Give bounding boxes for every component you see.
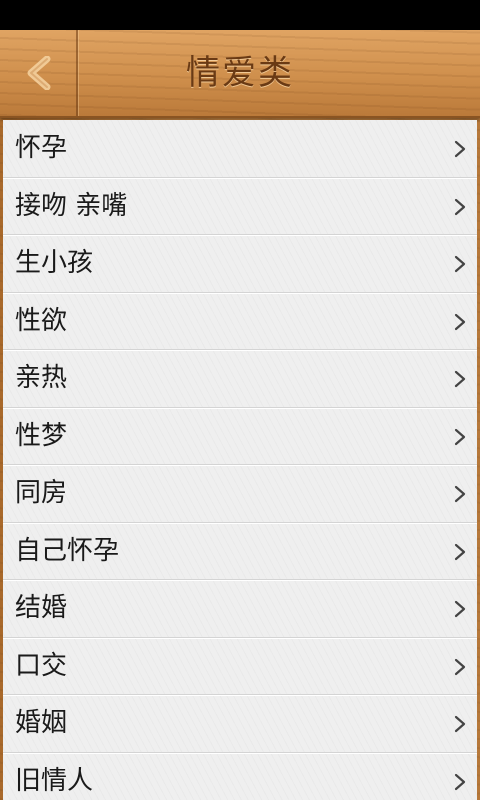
list-item[interactable]: 性梦: [3, 408, 477, 465]
list-item[interactable]: 同房: [3, 465, 477, 523]
chevron-right-icon: [454, 140, 466, 158]
category-list[interactable]: 怀孕 接吻 亲嘴 生小孩 性欲 亲热 性梦 同房 自己怀孕 结婚 口交 婚姻 旧…: [3, 120, 477, 800]
chevron-right-icon: [454, 255, 466, 273]
list-item[interactable]: 口交: [3, 638, 477, 695]
chevron-right-icon: [454, 485, 466, 503]
list-item[interactable]: 怀孕: [3, 120, 477, 178]
list-item[interactable]: 婚姻: [3, 695, 477, 753]
list-item-label: 自己怀孕: [15, 535, 120, 566]
list-item[interactable]: 旧情人: [3, 753, 477, 800]
page-title: 情爱类: [186, 53, 294, 93]
chevron-right-icon: [454, 543, 466, 560]
chevron-right-icon: [454, 428, 466, 445]
app-screen: 情爱类 怀孕 接吻 亲嘴 生小孩 性欲 亲热 性梦 同房 自己怀孕 结婚 口交 …: [0, 0, 480, 800]
list-item-label: 婚姻: [15, 708, 68, 738]
list-item-label: 结婚: [15, 593, 68, 623]
list-item[interactable]: 亲热: [3, 350, 477, 408]
list-item-label: 性欲: [15, 305, 68, 336]
list-item[interactable]: 接吻 亲嘴: [3, 178, 477, 235]
status-bar: [0, 0, 480, 30]
chevron-right-icon: [454, 198, 466, 215]
list-item-label: 怀孕: [15, 133, 68, 163]
list-item-label: 亲热: [15, 363, 68, 393]
list-item[interactable]: 性欲: [3, 293, 477, 350]
back-button[interactable]: [0, 30, 78, 116]
list-item-label: 生小孩: [15, 248, 94, 278]
list-item[interactable]: 生小孩: [3, 235, 477, 293]
list-item-label: 口交: [15, 650, 68, 681]
list-item-label: 接吻 亲嘴: [15, 190, 128, 221]
list-item[interactable]: 自己怀孕: [3, 523, 477, 580]
chevron-left-icon: [27, 56, 51, 90]
list-item-label: 同房: [15, 478, 68, 508]
list-item-label: 性梦: [15, 420, 68, 451]
chevron-right-icon: [454, 773, 466, 790]
list-item[interactable]: 结婚: [3, 580, 477, 638]
title-bar: 情爱类: [0, 30, 480, 118]
list-item-label: 旧情人: [15, 765, 94, 796]
chevron-right-icon: [454, 715, 466, 733]
chevron-right-icon: [454, 313, 466, 330]
chevron-right-icon: [454, 658, 466, 675]
chevron-right-icon: [454, 370, 466, 388]
chevron-right-icon: [454, 600, 466, 618]
